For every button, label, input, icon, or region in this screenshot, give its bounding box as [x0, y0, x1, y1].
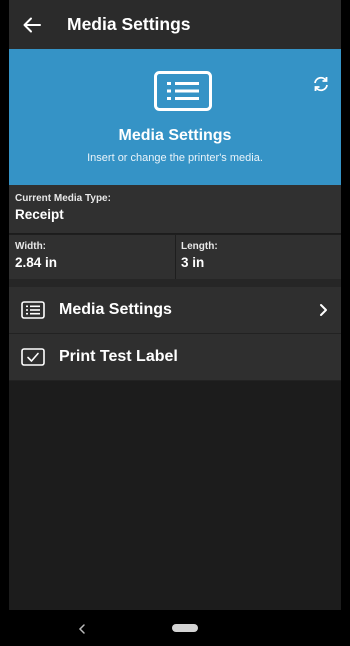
nav-back-icon[interactable]	[76, 622, 88, 634]
length-label: Length:	[181, 241, 218, 252]
width-value: 2.84 in	[15, 255, 58, 270]
media-dimensions: Width: 2.84 in Length: 3 in	[9, 234, 341, 279]
chevron-right-icon	[315, 302, 331, 318]
checkbox-icon	[21, 348, 45, 366]
app-bar: Media Settings	[9, 0, 341, 49]
length-value: 3 in	[181, 255, 205, 270]
current-media-type: Current Media Type: Receipt	[9, 185, 341, 234]
hero-banner: Media Settings Insert or change the prin…	[9, 49, 341, 185]
width-label: Width:	[15, 241, 47, 252]
media-type-label: Current Media Type:	[15, 193, 111, 204]
hero-title: Media Settings	[118, 127, 232, 144]
menu-item-label: Media Settings	[59, 301, 172, 318]
length-cell: Length: 3 in	[175, 235, 341, 279]
hero-subtitle: Insert or change the printer's media.	[87, 152, 263, 164]
menu-item-label: Print Test Label	[59, 348, 178, 365]
media-type-value: Receipt	[15, 207, 64, 222]
list-icon	[21, 301, 45, 319]
page-title: Media Settings	[67, 14, 191, 34]
menu-item-print-test-label[interactable]: Print Test Label	[9, 334, 341, 381]
system-nav-bar	[9, 610, 341, 646]
nav-home-pill[interactable]	[172, 624, 198, 632]
list-box-icon	[154, 71, 212, 111]
width-cell: Width: 2.84 in	[9, 235, 175, 279]
refresh-icon[interactable]	[311, 74, 331, 94]
menu-item-media-settings[interactable]: Media Settings	[9, 287, 341, 334]
arrow-left-icon[interactable]	[21, 14, 43, 36]
section-divider	[9, 279, 341, 287]
app-screen: Media Settings Media Settings Insert or …	[9, 0, 341, 646]
